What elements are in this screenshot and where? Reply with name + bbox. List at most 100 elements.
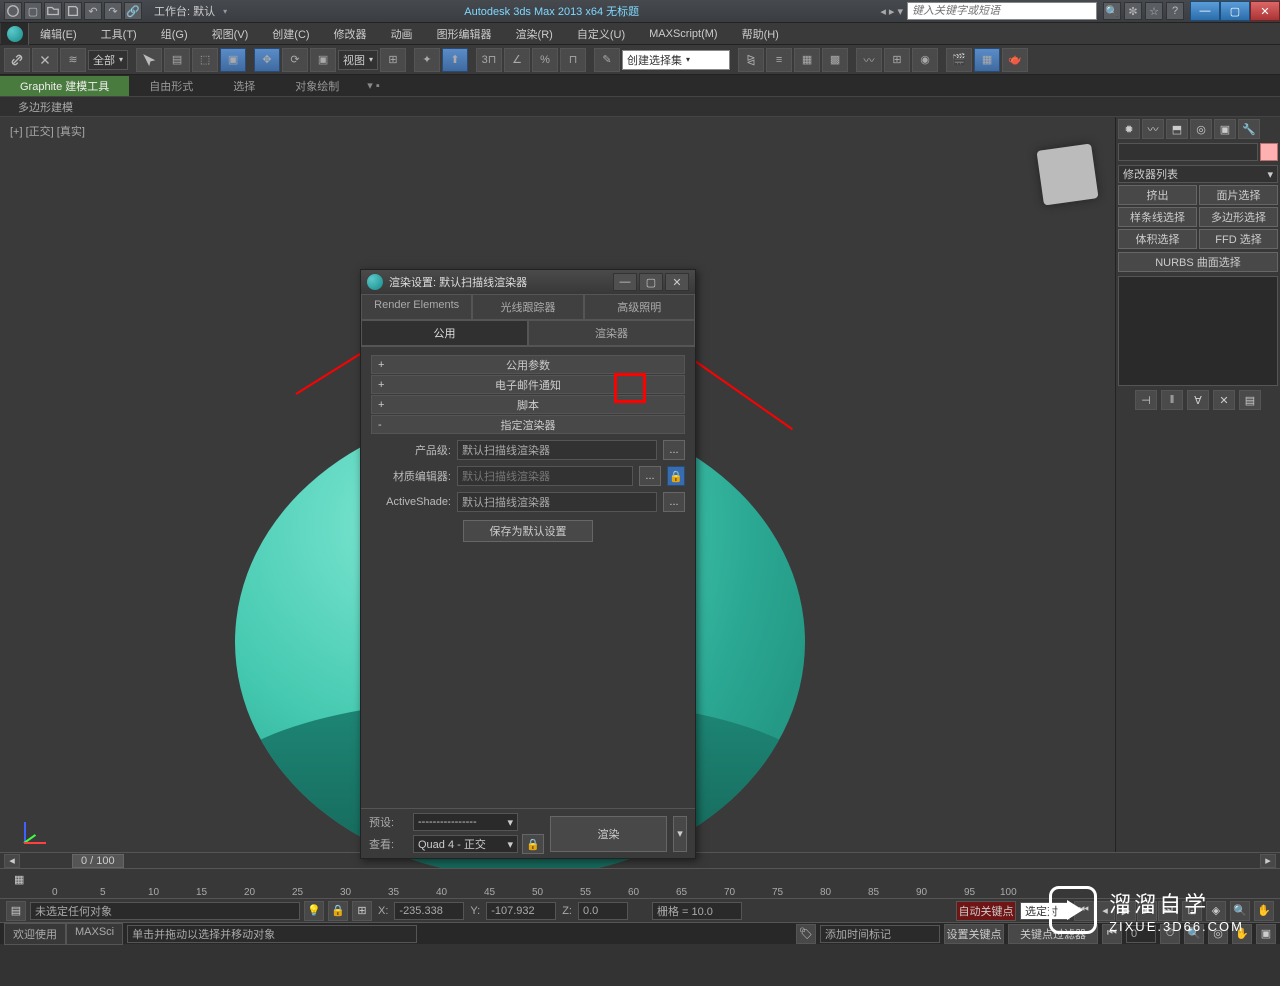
utilities-panel-icon[interactable]: 🔧 [1238,119,1260,139]
next-frame-button[interactable]: ▸ [1260,854,1276,868]
keyboard-shortcut-icon[interactable]: ⬆ [442,48,468,72]
hierarchy-panel-icon[interactable]: ⬒ [1166,119,1188,139]
vp-pan-icon[interactable]: ✋ [1232,924,1252,944]
menu-customize[interactable]: 自定义(U) [567,24,635,44]
menu-animation[interactable]: 动画 [381,24,423,44]
menu-maxscript[interactable]: MAXScript(M) [639,26,727,42]
time-config-icon[interactable]: ⏱ [1160,924,1180,944]
modifier-volume[interactable]: 体积选择 [1118,229,1197,249]
setkey-button[interactable]: 设置关键点 [944,924,1004,944]
window-crossing-icon[interactable]: ▣ [220,48,246,72]
create-panel-icon[interactable]: ✹ [1118,119,1140,139]
select-manip-icon[interactable]: ✦ [414,48,440,72]
abs-mode-icon[interactable]: ⊞ [352,901,372,921]
display-panel-icon[interactable]: ▣ [1214,119,1236,139]
maxscript-tab[interactable]: MAXSci [66,923,123,945]
save-icon[interactable] [64,2,82,20]
render-dropdown-button[interactable]: ▾ [673,816,687,852]
align-icon[interactable]: ≡ [766,48,792,72]
ref-coord-dropdown[interactable]: 视图▾ [338,50,378,70]
layers-icon[interactable]: ▦ [794,48,820,72]
link-tool-icon[interactable] [4,48,30,72]
search-help-icon[interactable]: 🔍 [1103,2,1121,20]
view-lock-button[interactable]: 🔒 [522,834,544,854]
save-default-button[interactable]: 保存为默认设置 [463,520,593,542]
addtimetag-field[interactable]: 添加时间标记 [820,925,940,943]
spinner-snap-icon[interactable]: ⊓ [560,48,586,72]
transport-1-icon[interactable]: ⏮ [1102,924,1122,944]
modifier-ffd[interactable]: FFD 选择 [1199,229,1278,249]
snap-toggle-icon[interactable]: 3⊓ [476,48,502,72]
modifier-nurbs[interactable]: NURBS 曲面选择 [1118,252,1278,272]
modifier-patch[interactable]: 面片选择 [1199,185,1278,205]
object-color-swatch[interactable] [1260,143,1278,161]
prev-frame-button[interactable]: ◂ [4,854,20,868]
configure-sets-icon[interactable]: ▤ [1239,390,1261,410]
tab-raytracer[interactable]: 光线跟踪器 [472,294,583,320]
prod-browse-button[interactable]: ... [663,440,685,460]
make-unique-icon[interactable]: ∀ [1187,390,1209,410]
maximize-button[interactable]: ▢ [1220,1,1250,21]
tab-common[interactable]: 公用 [361,320,528,346]
modifier-stack[interactable] [1118,276,1278,386]
search-input[interactable] [907,2,1097,20]
dialog-maximize-button[interactable]: ▢ [639,273,663,291]
open-icon[interactable] [44,2,62,20]
tab-advlighting[interactable]: 高级照明 [584,294,695,320]
redo-icon[interactable]: ↷ [104,2,122,20]
menu-edit[interactable]: 编辑(E) [30,24,87,44]
menu-modifiers[interactable]: 修改器 [324,24,377,44]
render-frame-icon[interactable]: ▦ [974,48,1000,72]
link-icon[interactable]: 🔗 [124,2,142,20]
timetag-icon[interactable]: 🏷 [796,924,816,944]
tab-freeform[interactable]: 自由形式 [129,76,213,96]
mat-browse-button[interactable]: ... [639,466,661,486]
menu-grapheditors[interactable]: 图形编辑器 [427,24,502,44]
sub-polymodel[interactable]: 多边形建模 [10,99,81,115]
maxscript-icon[interactable]: ▤ [6,901,26,921]
timeline-ruler[interactable]: ▦ 0 5 10 15 20 25 30 35 40 45 50 55 60 6… [0,868,1280,898]
keyfilter-button[interactable]: 关键点过滤器 [1008,924,1098,944]
move-tool-icon[interactable]: ✥ [254,48,280,72]
app-menu-icon[interactable] [4,2,22,20]
section-common-params[interactable]: +公用参数 [371,355,685,374]
motion-panel-icon[interactable]: ◎ [1190,119,1212,139]
new-icon[interactable]: ▢ [24,2,42,20]
frame-label[interactable]: 0 / 100 [72,854,124,868]
pin-stack-icon[interactable]: ⊣ [1135,390,1157,410]
goto-start-icon[interactable]: ⏮ [1074,901,1094,921]
rotate-tool-icon[interactable]: ⟳ [282,48,308,72]
isolate-icon[interactable]: ⊡ [1182,901,1202,921]
workspace-label[interactable]: 工作台: 默认 [146,3,223,19]
modifier-extrude[interactable]: 挤出 [1118,185,1197,205]
dialog-minimize-button[interactable]: — [613,273,637,291]
selection-filter-dropdown[interactable]: 全部▾ [88,50,128,70]
tab-renderer[interactable]: 渲染器 [528,320,695,346]
lock-icon[interactable]: 🔒 [667,466,685,486]
pivot-icon[interactable]: ⊞ [380,48,406,72]
app-logo-icon[interactable] [1,23,29,45]
goto-end-icon[interactable]: ⏭ [1158,901,1178,921]
star-icon[interactable]: ☆ [1145,2,1163,20]
view-select[interactable]: Quad 4 - 正交▾ [413,835,518,853]
sel-set-field[interactable]: 选定对 [1020,902,1070,920]
percent-snap-icon[interactable]: % [532,48,558,72]
tab-objectpaint[interactable]: 对象绘制 [275,76,359,96]
viewport-label[interactable]: [+] [正交] [真实] [10,123,85,139]
sel-lock-icon[interactable]: 🔒 [328,901,348,921]
menu-tools[interactable]: 工具(T) [91,24,147,44]
schematic-view-icon[interactable]: ⊞ [884,48,910,72]
vp-zoom-icon[interactable]: 🔍 [1184,924,1204,944]
vp-fov-icon[interactable]: ◎ [1208,924,1228,944]
scale-tool-icon[interactable]: ▣ [310,48,336,72]
menu-create[interactable]: 创建(C) [262,24,319,44]
mat-editor-icon[interactable]: ◉ [912,48,938,72]
menu-views[interactable]: 视图(V) [202,24,259,44]
z-coord-field[interactable]: 0.0 [578,902,628,920]
edit-named-sel-icon[interactable]: ✎ [594,48,620,72]
viewport-nav1-icon[interactable]: 🔍 [1230,901,1250,921]
undo-icon[interactable]: ↶ [84,2,102,20]
vp-maximize-icon[interactable]: ▣ [1256,924,1276,944]
render-button[interactable]: 渲染 [550,816,667,852]
tab-selection[interactable]: 选择 [213,76,275,96]
